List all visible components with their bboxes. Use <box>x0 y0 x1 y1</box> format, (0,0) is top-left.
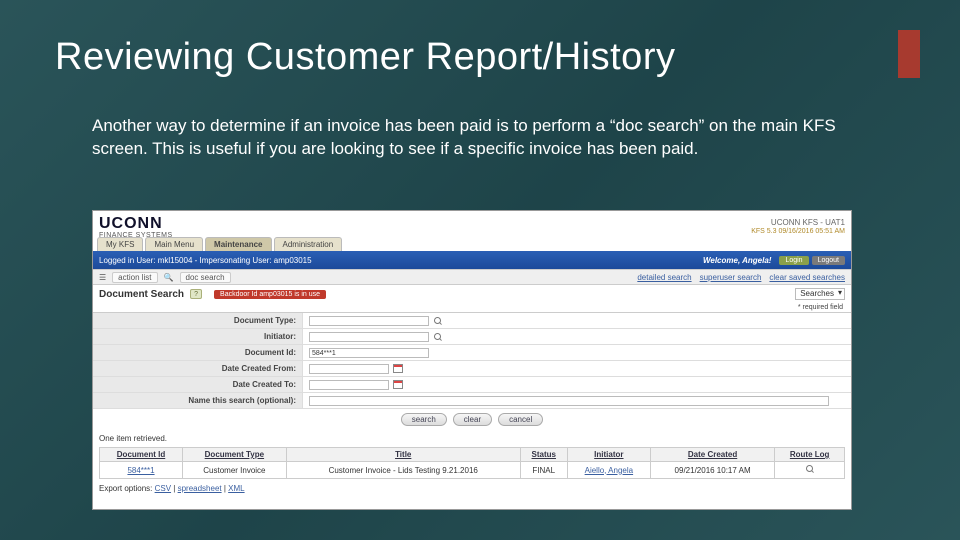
cell-document-type: Customer Invoice <box>183 462 287 479</box>
clear-button[interactable]: clear <box>453 413 492 426</box>
tab-my-kfs[interactable]: My KFS <box>97 237 143 251</box>
logout-button[interactable]: Logout <box>812 256 845 265</box>
label-name-search: Name this search (optional): <box>93 393 303 408</box>
label-date-from: Date Created From: <box>93 361 303 376</box>
user-banner: Logged in User: mkl15004 - Impersonating… <box>93 251 851 269</box>
doc-search-heading-row: Document Search ? Backdoor Id amp03015 i… <box>93 285 851 303</box>
table-row: 584***1 Customer Invoice Customer Invoic… <box>100 462 845 479</box>
action-list-icon: ☰ <box>99 273 106 282</box>
kfs-screenshot: UCONN FINANCE SYSTEMS UCONN KFS - UAT1 K… <box>92 210 852 510</box>
route-log-icon[interactable] <box>805 464 815 474</box>
label-initiator: Initiator: <box>93 329 303 344</box>
col-document-id[interactable]: Document Id <box>100 448 183 462</box>
main-tab-bar: My KFS Main Menu Maintenance Administrat… <box>93 237 851 251</box>
label-date-to: Date Created To: <box>93 377 303 392</box>
calendar-from-icon[interactable] <box>393 364 403 373</box>
col-route-log[interactable]: Route Log <box>775 448 845 462</box>
clear-saved-searches-link[interactable]: clear saved searches <box>769 273 845 282</box>
results-count-note: One item retrieved. <box>93 432 851 445</box>
action-strip: ☰ action list 🔍 doc search detailed sear… <box>93 269 851 285</box>
required-field-note: * required field <box>93 303 851 312</box>
welcome-text: Welcome, Angela! <box>703 256 771 265</box>
doc-search-title: Document Search <box>99 289 184 300</box>
input-document-type[interactable] <box>309 316 429 326</box>
help-icon[interactable]: ? <box>190 289 202 299</box>
cell-document-id-link[interactable]: 584***1 <box>127 466 154 475</box>
cancel-button[interactable]: cancel <box>498 413 543 426</box>
slide-body-text: Another way to determine if an invoice h… <box>92 115 852 161</box>
cell-date-created: 09/21/2016 10:17 AM <box>650 462 774 479</box>
cell-title: Customer Invoice - Lids Testing 9.21.201… <box>286 462 520 479</box>
export-csv-link[interactable]: CSV <box>155 484 171 493</box>
slide-accent-bar <box>898 30 920 78</box>
col-initiator[interactable]: Initiator <box>567 448 650 462</box>
search-button[interactable]: search <box>401 413 447 426</box>
tab-administration[interactable]: Administration <box>274 237 343 251</box>
lookup-document-type-icon[interactable] <box>433 316 443 326</box>
environment-timestamp: KFS 5.3 09/16/2016 05:51 AM <box>751 228 845 236</box>
export-prefix: Export options: <box>99 484 155 493</box>
login-button[interactable]: Login <box>779 256 808 265</box>
superuser-search-link[interactable]: superuser search <box>700 273 762 282</box>
saved-searches-select[interactable]: Searches <box>795 288 845 300</box>
calendar-to-icon[interactable] <box>393 380 403 389</box>
form-action-buttons: search clear cancel <box>93 409 851 432</box>
action-list-link[interactable]: action list <box>112 272 157 283</box>
lookup-initiator-icon[interactable] <box>433 332 443 342</box>
backdoor-badge: Backdoor Id amp03015 is in use <box>214 290 326 299</box>
export-spreadsheet-link[interactable]: spreadsheet <box>178 484 222 493</box>
cell-initiator-link[interactable]: Aiello, Angela <box>585 466 633 475</box>
tab-maintenance[interactable]: Maintenance <box>205 237 271 251</box>
detailed-search-link[interactable]: detailed search <box>637 273 691 282</box>
label-document-type: Document Type: <box>93 313 303 328</box>
col-date-created[interactable]: Date Created <box>650 448 774 462</box>
doc-search-icon: 🔍 <box>164 273 174 282</box>
slide-title: Reviewing Customer Report/History <box>55 36 675 79</box>
input-initiator[interactable] <box>309 332 429 342</box>
input-date-from[interactable] <box>309 364 389 374</box>
input-date-to[interactable] <box>309 380 389 390</box>
logged-in-user-text: Logged in User: mkl15004 - Impersonating… <box>99 256 312 265</box>
results-table: Document Id Document Type Title Status I… <box>99 447 845 479</box>
environment-label: UCONN KFS - UAT1 <box>751 219 845 228</box>
cell-route-log[interactable] <box>775 462 845 479</box>
export-options: Export options: CSV | spreadsheet | XML <box>93 481 851 496</box>
export-xml-link[interactable]: XML <box>228 484 244 493</box>
input-name-search[interactable] <box>309 396 829 406</box>
col-title[interactable]: Title <box>286 448 520 462</box>
input-document-id[interactable]: 584***1 <box>309 348 429 358</box>
doc-search-link[interactable]: doc search <box>180 272 231 283</box>
col-status[interactable]: Status <box>520 448 567 462</box>
brand-name: UCONN <box>99 216 173 232</box>
search-form: Document Type: Initiator: Document Id: 5… <box>93 312 851 432</box>
label-document-id: Document Id: <box>93 345 303 360</box>
tab-main-menu[interactable]: Main Menu <box>145 237 203 251</box>
col-document-type[interactable]: Document Type <box>183 448 287 462</box>
cell-status: FINAL <box>520 462 567 479</box>
brand-row: UCONN FINANCE SYSTEMS UCONN KFS - UAT1 K… <box>93 211 851 239</box>
